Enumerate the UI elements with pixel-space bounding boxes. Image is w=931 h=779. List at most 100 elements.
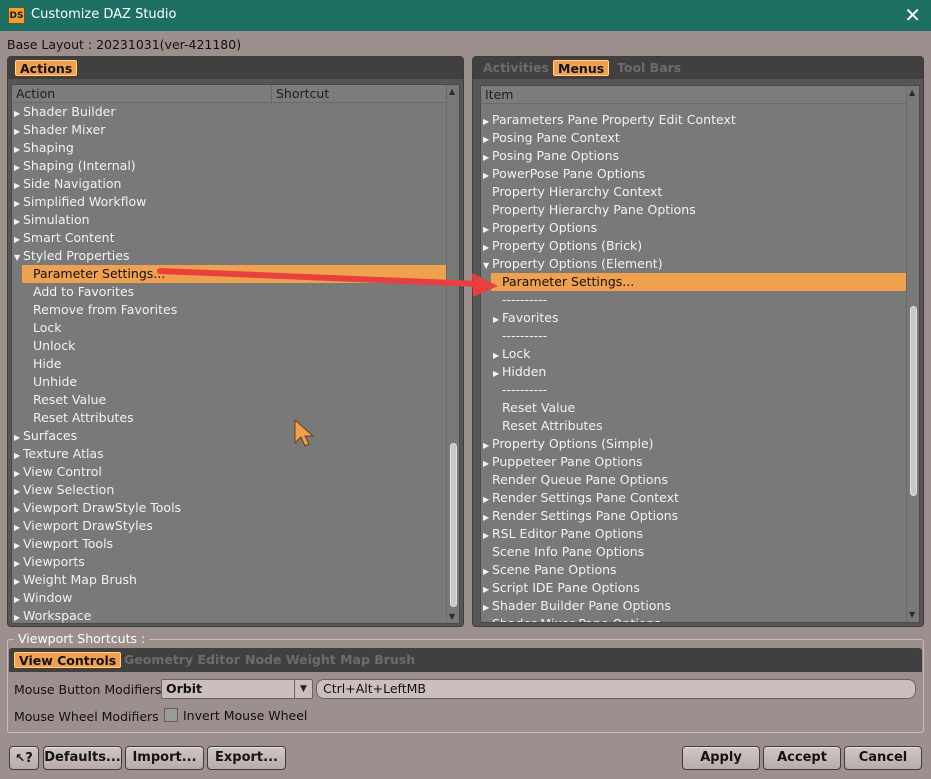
defaults-button[interactable]: Defaults...: [43, 746, 122, 770]
tree-row[interactable]: ▶ Texture Atlas: [12, 445, 446, 463]
tree-row[interactable]: ▶ Render Settings Pane Options: [481, 507, 906, 525]
apply-button[interactable]: Apply: [682, 746, 760, 770]
tree-row-label: Render Settings Pane Options: [492, 508, 679, 523]
accept-button[interactable]: Accept: [763, 746, 841, 770]
tree-row-label: Posing Pane Options: [492, 148, 620, 163]
tree-row[interactable]: ▼ Styled Properties: [12, 247, 446, 265]
tree-row[interactable]: ▶ Viewports: [12, 553, 446, 571]
tree-row[interactable]: ▶ Viewport DrawStyle Tools: [12, 499, 446, 517]
tree-row[interactable]: Property Hierarchy Context: [481, 183, 906, 201]
tab-geometry-editor[interactable]: Geometry Editor: [120, 652, 244, 668]
tree-row[interactable]: ▶ Shader Builder: [12, 103, 446, 121]
tree-row[interactable]: Unhide: [22, 373, 446, 391]
invert-mouse-wheel-label[interactable]: Invert Mouse Wheel: [183, 708, 307, 723]
tree-row[interactable]: ▶ Hidden: [491, 363, 906, 381]
tree-row[interactable]: ▶ Property Options (Simple): [481, 435, 906, 453]
tree-row[interactable]: Add to Favorites: [22, 283, 446, 301]
close-icon[interactable]: ✕: [904, 3, 921, 27]
mouse-button-shortcut-field[interactable]: Ctrl+Alt+LeftMB: [316, 679, 916, 699]
invert-mouse-wheel-checkbox[interactable]: [164, 708, 178, 722]
tree-row[interactable]: Remove from Favorites: [22, 301, 446, 319]
tree-row[interactable]: ▶ Lock: [491, 345, 906, 363]
tree-row[interactable]: ▶ Shader Builder Pane Options: [481, 597, 906, 615]
triangle-right-icon[interactable]: ▶: [14, 609, 23, 623]
actions-scrollbar[interactable]: ▲ ▼: [446, 85, 459, 623]
tree-row[interactable]: ▶ RSL Editor Pane Options: [481, 525, 906, 543]
tree-row[interactable]: ▶ Render Settings Pane Context: [481, 489, 906, 507]
tree-row[interactable]: ▶ Puppeteer Pane Options: [481, 453, 906, 471]
export-button[interactable]: Export...: [207, 746, 286, 770]
tree-row-label: Property Options (Brick): [492, 238, 643, 253]
tree-row[interactable]: ▶ Window: [12, 589, 446, 607]
scroll-up-icon[interactable]: ▲: [449, 87, 455, 96]
tree-row[interactable]: ▶ Posing Pane Options: [481, 147, 906, 165]
tree-row[interactable]: ▶ Property Options (Brick): [481, 237, 906, 255]
tree-row[interactable]: ▶ Scene Pane Options: [481, 561, 906, 579]
tree-row[interactable]: ▶ Property Options: [481, 219, 906, 237]
tree-row[interactable]: ▶ Weight Map Brush: [12, 571, 446, 589]
tree-row-selected[interactable]: Parameter Settings...: [22, 265, 446, 283]
tree-row[interactable]: ▶ Simulation: [12, 211, 446, 229]
mouse-button-mode-select[interactable]: Orbit ▼: [161, 679, 313, 699]
tree-row[interactable]: ▶ Parameters Pane Property Edit Context: [481, 111, 906, 129]
tree-row[interactable]: ----------: [491, 381, 906, 399]
tree-row-label: View Selection: [23, 482, 115, 497]
tree-row[interactable]: ▶ Smart Content: [12, 229, 446, 247]
column-header-shortcut[interactable]: Shortcut: [272, 85, 447, 103]
tree-row[interactable]: Reset Value: [491, 399, 906, 417]
tree-row-label: Viewport DrawStyle Tools: [23, 500, 182, 515]
tree-row[interactable]: ▶ View Control: [12, 463, 446, 481]
tree-row[interactable]: ▶ Favorites: [491, 309, 906, 327]
tree-row[interactable]: ▶ Script IDE Pane Options: [481, 579, 906, 597]
tree-row[interactable]: ▶ Shader Mixer: [12, 121, 446, 139]
tree-row[interactable]: ▶ Side Navigation: [12, 175, 446, 193]
tree-row-label: Scene Info Pane Options: [492, 544, 645, 559]
tree-row[interactable]: Unlock: [22, 337, 446, 355]
scroll-down-icon[interactable]: ▼: [909, 610, 915, 619]
tree-row[interactable]: ▶ Surfaces: [12, 427, 446, 445]
tree-row[interactable]: ▶ Workspace: [12, 607, 446, 623]
tree-row-selected[interactable]: Parameter Settings...: [491, 273, 906, 291]
tree-row[interactable]: ▶ Shaping: [12, 139, 446, 157]
help-button[interactable]: ↖?: [9, 746, 39, 770]
chevron-down-icon[interactable]: ▼: [294, 680, 312, 698]
tree-row[interactable]: Reset Attributes: [22, 409, 446, 427]
tree-row[interactable]: ▶ Simplified Workflow: [12, 193, 446, 211]
scroll-down-icon[interactable]: ▼: [449, 612, 455, 621]
tree-row[interactable]: ▼ Property Options (Element): [481, 255, 906, 273]
tree-row-label: Property Options: [492, 220, 598, 235]
tree-row[interactable]: Lock: [22, 319, 446, 337]
triangle-right-icon[interactable]: ▶: [483, 617, 492, 622]
tree-row[interactable]: ▶ Shaping (Internal): [12, 157, 446, 175]
tree-row[interactable]: Reset Attributes: [491, 417, 906, 435]
tree-row[interactable]: ----------: [491, 327, 906, 345]
actions-scrollbar-thumb[interactable]: [450, 443, 457, 607]
tab-activities[interactable]: Activities: [479, 60, 553, 76]
tree-row[interactable]: ▶ Viewport Tools: [12, 535, 446, 553]
tree-row[interactable]: Hide: [22, 355, 446, 373]
tab-node-weight-map-brush[interactable]: Node Weight Map Brush: [241, 652, 419, 668]
tree-row[interactable]: ----------: [491, 291, 906, 309]
import-button[interactable]: Import...: [125, 746, 204, 770]
column-header-item[interactable]: Item: [481, 86, 906, 104]
tree-row[interactable]: Scene Info Pane Options: [481, 543, 906, 561]
tree-row[interactable]: ▶ View Selection: [12, 481, 446, 499]
tree-row[interactable]: Property Hierarchy Pane Options: [481, 201, 906, 219]
tab-tool-bars[interactable]: Tool Bars: [613, 60, 685, 76]
menus-scrollbar-thumb[interactable]: [910, 306, 917, 496]
tree-row[interactable]: ▶ Posing Pane Context: [481, 129, 906, 147]
tree-row[interactable]: ▶Shader Mixer Pane Options: [481, 615, 906, 622]
column-header-action[interactable]: Action: [12, 85, 272, 103]
tree-row[interactable]: ▶ PowerPose Pane Options: [481, 165, 906, 183]
menus-scrollbar[interactable]: ▲ ▼: [906, 86, 919, 622]
tree-row-label: Surfaces: [23, 428, 78, 443]
tree-row[interactable]: Render Queue Pane Options: [481, 471, 906, 489]
cancel-button[interactable]: Cancel: [844, 746, 922, 770]
tree-row[interactable]: Reset Value: [22, 391, 446, 409]
tab-actions[interactable]: Actions: [15, 60, 78, 76]
tree-row[interactable]: ▶ Viewport DrawStyles: [12, 517, 446, 535]
tab-view-controls[interactable]: View Controls: [14, 652, 122, 668]
tab-menus[interactable]: Menus: [553, 60, 610, 76]
scroll-up-icon[interactable]: ▲: [909, 88, 915, 97]
menus-tabbar: Activities Menus Tool Bars: [473, 57, 923, 79]
